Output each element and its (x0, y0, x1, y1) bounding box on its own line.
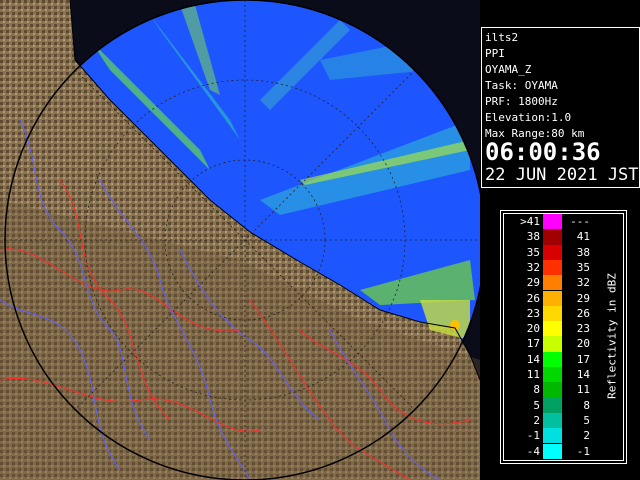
legend-color-swatch (543, 443, 562, 459)
legend-low-value: >41 (520, 215, 540, 228)
legend-color-swatch (543, 229, 562, 245)
legend-low-value: 8 (533, 383, 540, 397)
legend-row: >41 --- (504, 214, 623, 230)
legend-color-swatch (543, 367, 562, 383)
radar-info-panel: ilts2 PPI OYAMA_Z Task: OYAMA PRF: 1800H… (481, 27, 640, 188)
legend-row: -1 2 (504, 428, 623, 444)
legend-low-value: 35 (526, 245, 540, 259)
legend-low-value: -1 (526, 429, 540, 443)
station-id: ilts2 (485, 31, 519, 44)
legend-high-value: 17 (576, 352, 590, 366)
legend-high-value: 23 (576, 322, 590, 336)
legend-color-swatch (543, 397, 562, 413)
legend-color-swatch (543, 428, 562, 444)
legend-high-value: 29 (576, 291, 590, 305)
legend-row: 38 41 (504, 229, 623, 245)
legend-low-value: 32 (526, 260, 540, 274)
legend-color-swatch (543, 351, 562, 367)
legend-high-value: 11 (576, 383, 590, 397)
legend-color-swatch (543, 336, 562, 352)
observation-time: 06:00:36 (485, 138, 601, 166)
radar-ppi-map[interactable] (0, 0, 480, 480)
legend-low-value: 38 (526, 230, 540, 244)
legend-high-value: 20 (576, 337, 590, 351)
legend-high-value: -1 (576, 444, 590, 458)
radar-map-canvas (0, 0, 480, 480)
legend-color-swatch (543, 259, 562, 276)
legend-low-value: 29 (526, 276, 540, 290)
elevation-label: Elevation:1.0 (485, 111, 572, 124)
legend-color-swatch (543, 305, 562, 322)
legend-high-value: 26 (576, 306, 590, 320)
observation-date: 22 JUN 2021 JST (485, 165, 639, 185)
legend-low-value: 2 (533, 413, 540, 427)
legend-low-value: 11 (526, 368, 540, 381)
legend-low-value: 26 (526, 291, 540, 305)
legend-high-value: --- (570, 215, 590, 228)
legend-low-value: 20 (526, 322, 540, 336)
legend-color-swatch (543, 290, 562, 306)
legend-panel: >41 --- 38 41 35 38 32 35 29 32 26 29 23 26 20 23 17 20 14… (503, 213, 624, 461)
legend-color-swatch (543, 214, 562, 230)
legend-low-value: 23 (526, 306, 540, 320)
legend-high-value: 35 (576, 260, 590, 274)
legend-high-value: 38 (576, 245, 590, 259)
legend-high-value: 2 (583, 429, 590, 443)
legend-high-value: 41 (576, 230, 590, 244)
legend-high-value: 8 (583, 398, 590, 412)
legend-low-value: -4 (526, 444, 540, 458)
prf-label: PRF: 1800Hz (485, 95, 558, 108)
legend-high-value: 5 (583, 413, 590, 427)
legend-color-swatch (543, 412, 562, 429)
variable-label: OYAMA_Z (485, 63, 532, 76)
color-legend: >41 --- 38 41 35 38 32 35 29 32 26 29 23 26 20 23 17 20 14… (500, 210, 627, 464)
legend-color-swatch (543, 321, 562, 337)
legend-color-swatch (543, 275, 562, 291)
legend-color-swatch (543, 382, 562, 398)
legend-high-value: 32 (576, 276, 590, 290)
legend-low-value: 14 (526, 352, 540, 366)
legend-low-value: 5 (533, 398, 540, 412)
product-label: PPI (485, 47, 505, 60)
legend-row: -4 -1 (504, 443, 623, 459)
legend-color-swatch (543, 244, 562, 260)
legend-low-value: 17 (526, 337, 540, 351)
task-label: Task: OYAMA (485, 79, 558, 92)
legend-high-value: 14 (576, 368, 590, 381)
legend-unit-label: Reflectivity in dBZ (605, 273, 619, 399)
